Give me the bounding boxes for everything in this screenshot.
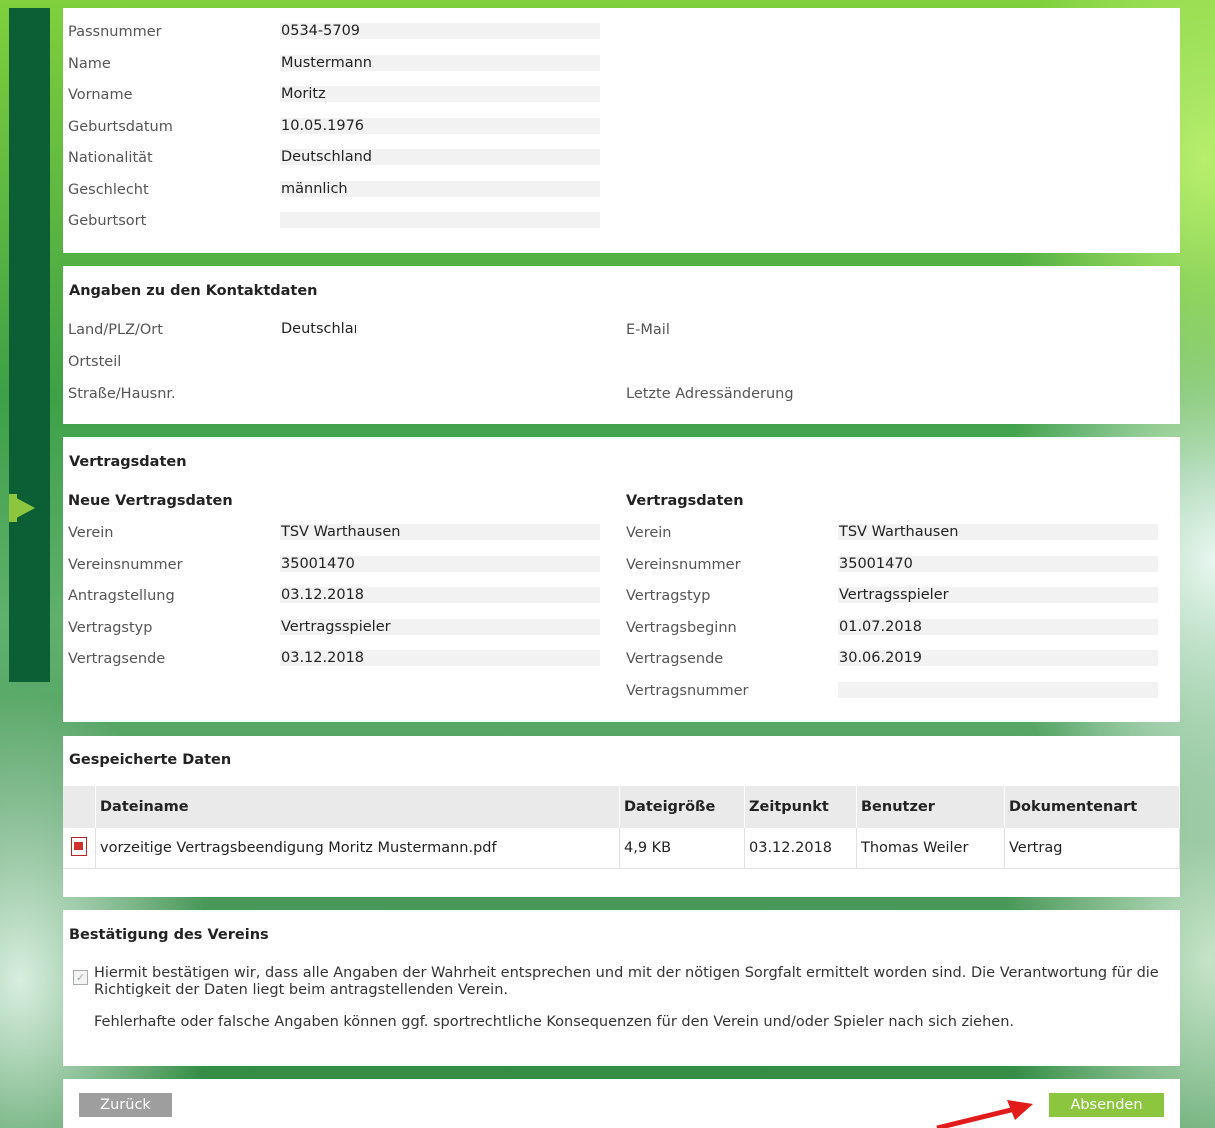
current-contract-field-label: Vertragsende: [626, 651, 724, 667]
personal-field-label: Geburtsort: [68, 213, 147, 229]
current-contract-field-value: 30.06.2019: [838, 650, 1158, 666]
address-change-label: Letzte Adressänderung: [626, 386, 794, 402]
new-contract-field-value: 03.12.2018: [280, 587, 600, 603]
file-time: 03.12.2018: [744, 828, 857, 869]
new-contract-field-label: Antragstellung: [68, 588, 175, 604]
current-contract-field-label: Vertragsbeginn: [626, 619, 737, 636]
current-contract-field-value: TSV Warthausen: [838, 524, 1158, 540]
files-table: Dateiname Dateigröße Zeitpunkt Benutzer …: [63, 786, 1180, 869]
confirmation-note: Fehlerhafte oder falsche Angaben können …: [94, 1014, 1015, 1030]
current-contract-title: Vertragsdaten: [626, 493, 744, 509]
new-contract-field-label: Verein: [68, 525, 114, 541]
contract-title: Vertragsdaten: [69, 454, 187, 470]
new-contract-field-value: 35001470: [280, 555, 600, 572]
personal-field-label: Name: [68, 55, 111, 72]
new-contract-field-label: Vereinsnummer: [68, 556, 183, 573]
personal-data-panel: Passnummer 0534-5709 Name Mustermann Vorname…: [63, 8, 1180, 253]
file-doctype: Vertrag: [1004, 828, 1180, 869]
new-contract-title: Neue Vertragsdaten: [68, 493, 233, 509]
column-header-time[interactable]: Zeitpunkt: [744, 786, 857, 828]
personal-field-value: Mustermann: [280, 54, 600, 71]
personal-field-value: 0534-5709: [280, 23, 600, 39]
contract-panel: Vertragsdaten Neue Vertragsdaten Vertrag…: [63, 437, 1180, 722]
sidebar-pointer-icon: [9, 494, 35, 522]
file-user: Thomas Weiler: [856, 828, 1005, 869]
left-sidebar: [9, 8, 50, 682]
new-contract-field-value: 03.12.2018: [280, 650, 600, 666]
personal-field-value: männlich: [280, 180, 600, 197]
file-size: 4,9 KB: [619, 828, 745, 869]
confirmation-checkbox[interactable]: ✓: [73, 970, 88, 985]
submit-button[interactable]: Absenden: [1049, 1093, 1164, 1117]
personal-field-label: Vorname: [68, 87, 133, 103]
current-contract-field-label: Vertragsnummer: [626, 682, 749, 699]
personal-field-label: Geschlecht: [68, 181, 149, 198]
file-icon-cell: [63, 828, 96, 869]
column-header-user[interactable]: Benutzer: [856, 786, 1005, 828]
personal-field-label: Geburtsdatum: [68, 118, 173, 135]
current-contract-field-label: Verein: [626, 525, 672, 541]
personal-field-label: Passnummer: [68, 24, 162, 40]
files-title: Gespeicherte Daten: [69, 752, 232, 768]
contact-panel: Angaben zu den Kontaktdaten Land/PLZ/Ort…: [63, 266, 1180, 424]
personal-field-value: Moritz: [280, 86, 600, 102]
confirmation-text: Hiermit bestätigen wir, dass alle Angabe…: [94, 965, 1159, 998]
column-header-size[interactable]: Dateigröße: [619, 786, 745, 828]
files-header-row: Dateiname Dateigröße Zeitpunkt Benutzer …: [63, 786, 1180, 828]
annotation-arrow-icon: [936, 1100, 1033, 1128]
current-contract-field-label: Vereinsnummer: [626, 556, 741, 573]
table-row[interactable]: vorzeitige Vertragsbeendigung Moritz Mus…: [63, 828, 1180, 869]
back-button[interactable]: Zurück: [79, 1093, 172, 1117]
current-contract-field-value: [838, 681, 1158, 698]
current-contract-field-value: Vertragsspieler: [838, 587, 1158, 603]
personal-field-value: [280, 212, 600, 228]
land-label: Land/PLZ/Ort: [68, 322, 163, 338]
email-label: E-Mail: [626, 322, 670, 338]
confirmation-title: Bestätigung des Vereins: [69, 927, 269, 943]
current-contract-field-value: 35001470: [838, 555, 1158, 572]
new-contract-field-label: Vertragsende: [68, 651, 166, 667]
confirmation-panel: Bestätigung des Vereins ✓ Hiermit bestät…: [63, 910, 1180, 1066]
column-header-filename[interactable]: Dateiname: [95, 786, 620, 828]
pdf-icon[interactable]: [71, 836, 87, 856]
saved-files-panel: Gespeicherte Daten Dateiname Dateigröße …: [63, 736, 1180, 897]
file-name[interactable]: vorzeitige Vertragsbeendigung Moritz Mus…: [95, 828, 620, 869]
column-header-doctype[interactable]: Dokumentenart: [1004, 786, 1180, 828]
new-contract-field-label: Vertragstyp: [68, 619, 153, 636]
land-value: Deutschland: [281, 321, 356, 337]
personal-field-label: Nationalität: [68, 150, 153, 166]
new-contract-field-value: TSV Warthausen: [280, 524, 600, 540]
personal-field-value: Deutschland: [280, 149, 600, 165]
current-contract-field-value: 01.07.2018: [838, 618, 1158, 635]
icon-column-header: [63, 786, 96, 828]
new-contract-field-value: Vertragsspieler: [280, 618, 600, 635]
current-contract-field-label: Vertragstyp: [626, 588, 711, 604]
strasse-label: Straße/Hausnr.: [68, 386, 176, 402]
contact-title: Angaben zu den Kontaktdaten: [69, 283, 318, 299]
personal-field-value: 10.05.1976: [280, 117, 600, 134]
ortsteil-label: Ortsteil: [68, 354, 122, 370]
